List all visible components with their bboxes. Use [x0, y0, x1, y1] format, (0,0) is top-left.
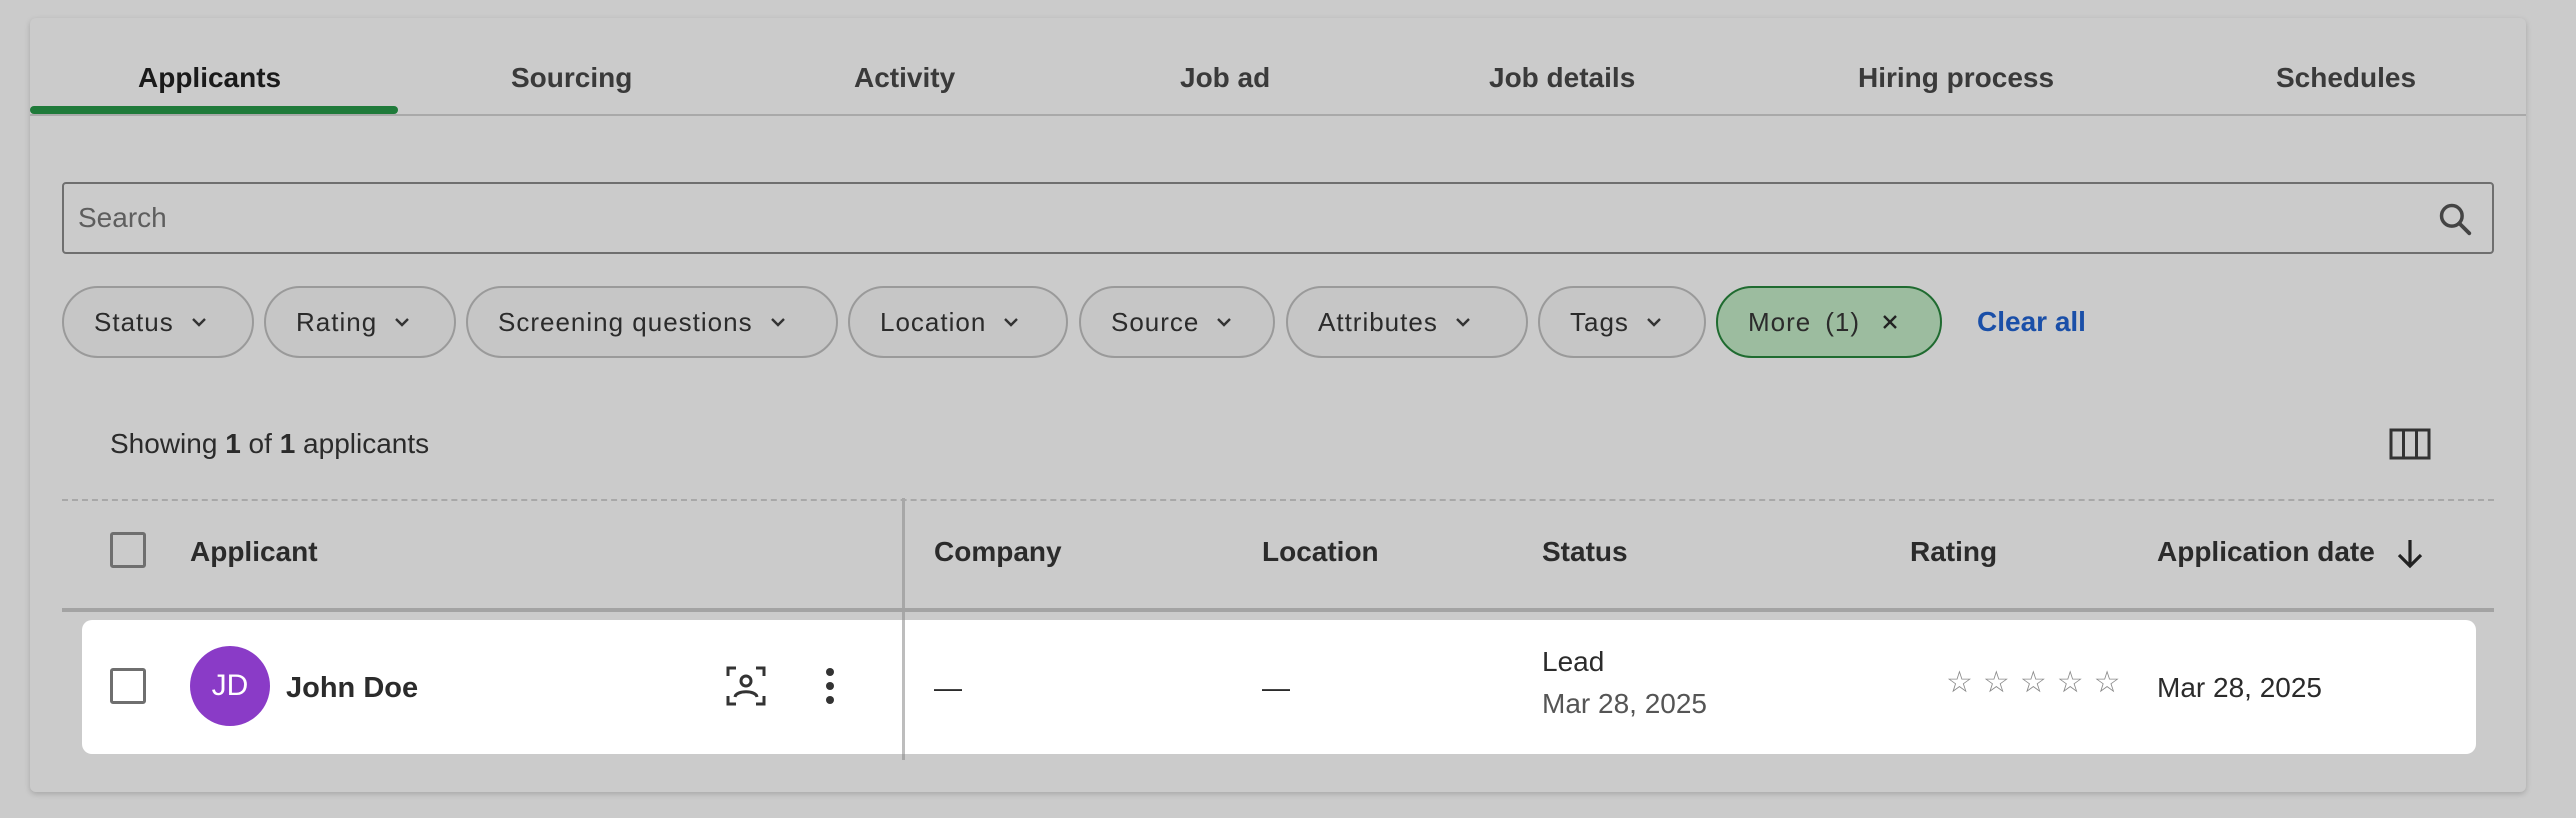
- status-cell: Lead: [1542, 646, 1605, 677]
- filter-attributes[interactable]: Attributes: [1286, 286, 1528, 358]
- location-cell: —: [1262, 672, 1290, 703]
- tab-sourcing[interactable]: Sourcing: [511, 62, 632, 94]
- chevron-down-icon: [1217, 318, 1232, 327]
- company-cell: —: [934, 672, 962, 703]
- filter-label: More: [1748, 306, 1812, 337]
- applicants-panel: Applicants Sourcing Activity Job ad Job …: [30, 18, 2526, 792]
- results-of: of: [248, 428, 272, 459]
- filter-label: Tags: [1570, 306, 1629, 337]
- profile-scan-icon[interactable]: [724, 664, 768, 708]
- search-icon[interactable]: [2436, 200, 2474, 238]
- filter-label: Status: [94, 306, 174, 337]
- results-suffix: applicants: [303, 428, 430, 459]
- results-shown: 1: [225, 428, 241, 459]
- tab-activity[interactable]: Activity: [854, 62, 955, 94]
- star-outline-icon[interactable]: ☆: [1946, 668, 1973, 698]
- table-row[interactable]: JD John Doe — — Lead Mar 28, 2025 ☆ ☆ ☆ …: [82, 620, 2476, 754]
- filter-screening-questions[interactable]: Screening questions: [466, 286, 838, 358]
- filter-source[interactable]: Source: [1079, 286, 1275, 358]
- filter-more[interactable]: More (1): [1716, 286, 1942, 358]
- chevron-down-icon: [191, 318, 206, 327]
- avatar: JD: [190, 646, 270, 726]
- select-all-checkbox[interactable]: [110, 532, 146, 568]
- columns-icon[interactable]: [2388, 426, 2432, 462]
- clear-all-link[interactable]: Clear all: [1977, 306, 2086, 338]
- filter-label: Screening questions: [498, 306, 753, 337]
- header-location[interactable]: Location: [1262, 536, 1379, 568]
- more-vertical-icon[interactable]: [820, 664, 840, 708]
- tab-hiring-process[interactable]: Hiring process: [1858, 62, 2054, 94]
- tab-bar: Applicants Sourcing Activity Job ad Job …: [30, 18, 2526, 116]
- filter-location[interactable]: Location: [848, 286, 1068, 358]
- active-tab-indicator: [30, 106, 398, 114]
- header-applicant[interactable]: Applicant: [190, 536, 318, 568]
- tab-job-ad[interactable]: Job ad: [1180, 62, 1270, 94]
- header-status[interactable]: Status: [1542, 536, 1628, 568]
- arrow-down-icon[interactable]: [2394, 536, 2426, 572]
- filter-label: Source: [1111, 306, 1200, 337]
- header-company[interactable]: Company: [934, 536, 1062, 568]
- results-prefix: Showing: [110, 428, 218, 459]
- filter-tags[interactable]: Tags: [1538, 286, 1706, 358]
- tab-job-details[interactable]: Job details: [1489, 62, 1635, 94]
- header-rating[interactable]: Rating: [1910, 536, 1997, 568]
- tab-schedules[interactable]: Schedules: [2276, 62, 2416, 94]
- header-application-date[interactable]: Application date: [2157, 536, 2375, 568]
- tab-applicants[interactable]: Applicants: [138, 62, 281, 94]
- filter-label: Location: [880, 306, 987, 337]
- applicant-name[interactable]: John Doe: [286, 672, 418, 705]
- star-outline-icon[interactable]: ☆: [2094, 668, 2121, 698]
- chevron-down-icon: [395, 318, 410, 327]
- column-divider: [902, 620, 905, 754]
- chevron-down-icon: [1455, 318, 1470, 327]
- divider: [62, 499, 2494, 501]
- search-input[interactable]: [78, 194, 2378, 242]
- header-divider: [62, 608, 2494, 612]
- application-date-cell: Mar 28, 2025: [2157, 672, 2322, 703]
- chevron-down-icon: [1647, 318, 1661, 327]
- star-outline-icon[interactable]: ☆: [1983, 668, 2010, 698]
- close-icon[interactable]: [1880, 312, 1900, 332]
- chevron-down-icon: [1004, 318, 1019, 327]
- rating-stars[interactable]: ☆ ☆ ☆ ☆ ☆: [1946, 668, 2121, 698]
- filter-label: Rating: [296, 306, 378, 337]
- results-total: 1: [279, 428, 296, 459]
- star-outline-icon[interactable]: ☆: [2057, 668, 2084, 698]
- results-count: Showing 1 of 1 applicants: [110, 428, 429, 460]
- filter-count: (1): [1825, 306, 1861, 337]
- filter-rating[interactable]: Rating: [264, 286, 456, 358]
- row-checkbox[interactable]: [110, 668, 146, 704]
- chevron-down-icon: [770, 318, 785, 327]
- filter-label: Attributes: [1318, 306, 1438, 337]
- status-date: Mar 28, 2025: [1542, 688, 1707, 719]
- search-box: [62, 182, 2494, 254]
- filter-status[interactable]: Status: [62, 286, 254, 358]
- star-outline-icon[interactable]: ☆: [2020, 668, 2047, 698]
